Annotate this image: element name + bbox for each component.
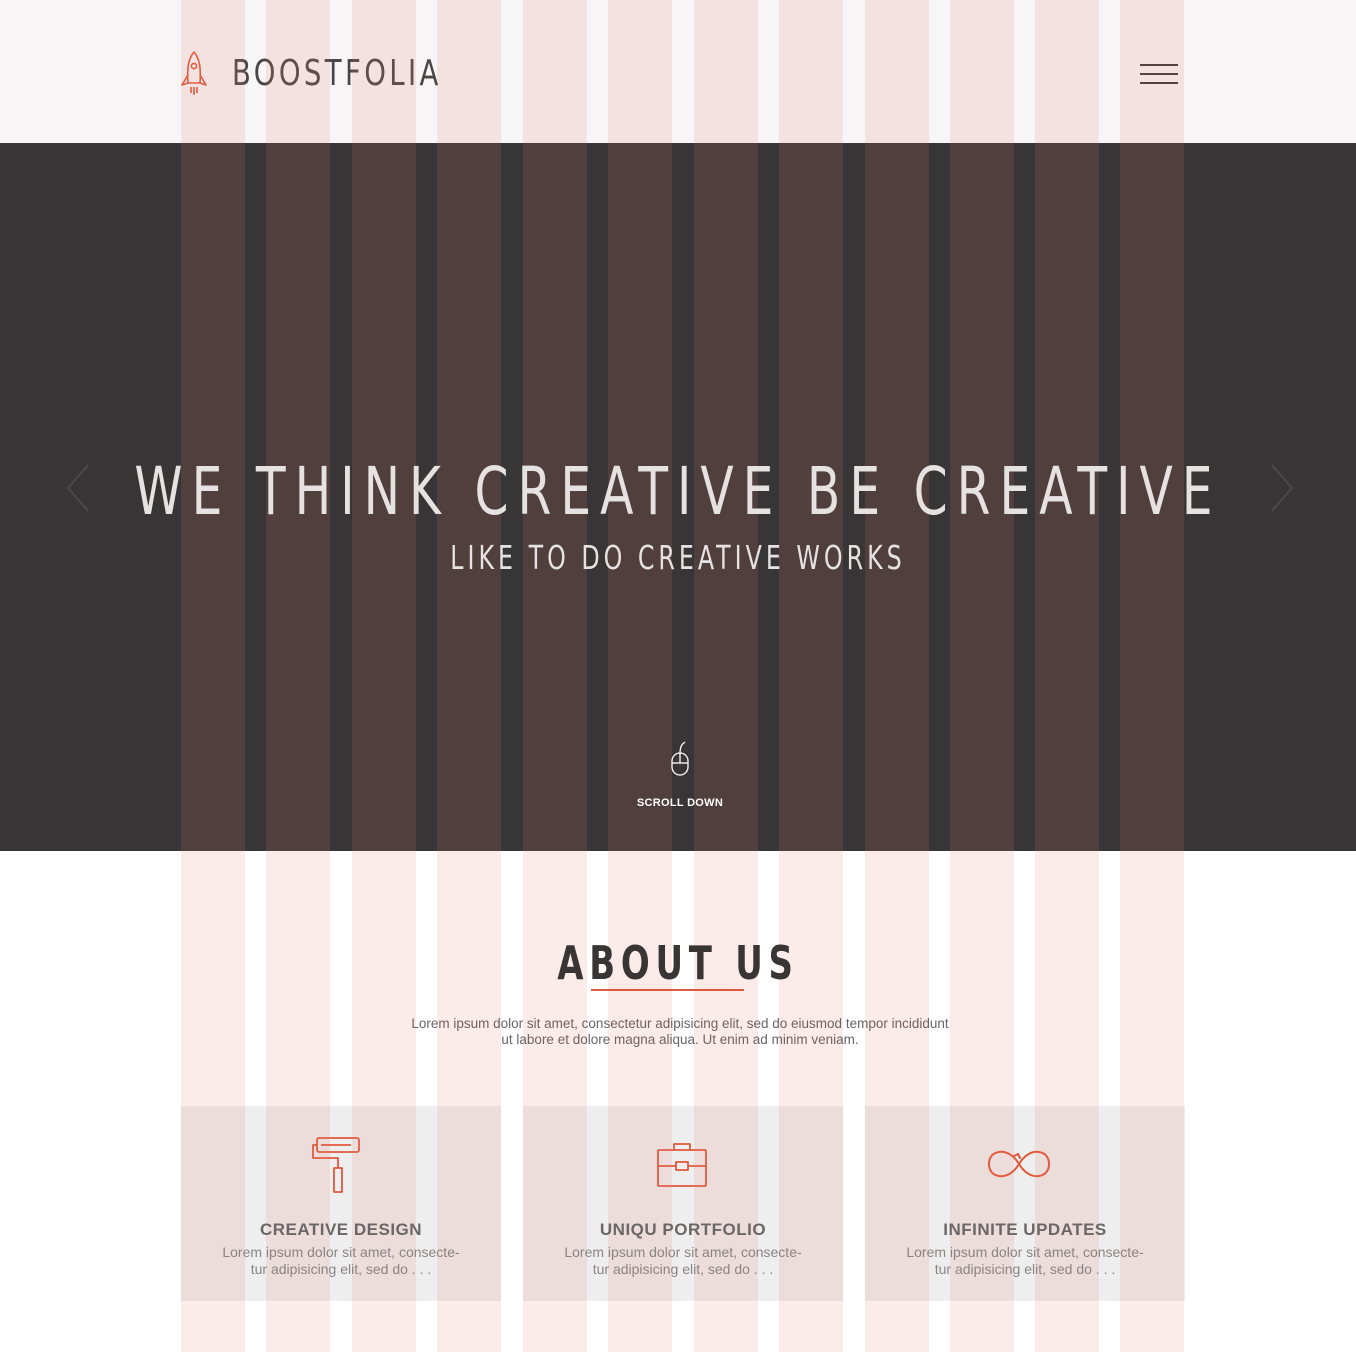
- feature-title: INFINITE UPDATES: [943, 1220, 1107, 1239]
- brand-logo[interactable]: BOOSTFOLIA: [178, 48, 479, 98]
- hero-slider: WE THINK CREATIVE BE CREATIVE LIKE TO DO…: [0, 143, 1356, 851]
- feature-title: UNIQU PORTFOLIO: [599, 1220, 767, 1239]
- about-description: Lorem ipsum dolor sit amet, consectetur …: [398, 1016, 962, 1048]
- about-title-underline: [591, 989, 744, 991]
- brand-name: BOOSTFOLIA: [232, 52, 442, 94]
- feature-text-line: Lorem ipsum dolor sit amet, consecte-: [906, 1244, 1144, 1260]
- paint-roller-icon: [312, 1137, 360, 1193]
- feature-description: Lorem ipsum dolor sit amet, consecte- tu…: [901, 1244, 1149, 1278]
- feature-text-line: tur adipisicing elit, sed do . . .: [250, 1261, 432, 1277]
- feature-card-uniqu-portfolio[interactable]: UNIQU PORTFOLIO Lorem ipsum dolor sit am…: [523, 1106, 843, 1301]
- scroll-down-button[interactable]: SCROLL DOWN: [620, 740, 740, 809]
- hamburger-menu-icon[interactable]: [1138, 62, 1180, 88]
- hero-title: WE THINK CREATIVE BE CREATIVE: [134, 453, 1222, 530]
- feature-description: Lorem ipsum dolor sit amet, consecte- tu…: [559, 1244, 807, 1278]
- hero-subtitle: LIKE TO DO CREATIVE WORKS: [450, 538, 906, 577]
- about-text-line: ut labore et dolore magna aliqua. Ut eni…: [501, 1032, 859, 1047]
- site-header: BOOSTFOLIA: [0, 0, 1356, 143]
- mouse-icon: [671, 741, 689, 776]
- feature-text-line: Lorem ipsum dolor sit amet, consecte-: [222, 1244, 460, 1260]
- scroll-down-label: SCROLL DOWN: [636, 797, 724, 809]
- about-text-line: Lorem ipsum dolor sit amet, consectetur …: [411, 1016, 949, 1031]
- briefcase-icon: [657, 1143, 707, 1187]
- page: BOOSTFOLIA WE THINK CREATIVE BE CREATIVE…: [0, 0, 1356, 1352]
- feature-description: Lorem ipsum dolor sit amet, consecte- tu…: [217, 1244, 465, 1278]
- chevron-left-icon[interactable]: [64, 461, 94, 515]
- feature-text-line: Lorem ipsum dolor sit amet, consecte-: [564, 1244, 802, 1260]
- infinity-icon: [987, 1150, 1051, 1178]
- chevron-right-icon[interactable]: [1266, 461, 1296, 515]
- rocket-icon: [181, 51, 207, 95]
- feature-card-infinite-updates[interactable]: INFINITE UPDATES Lorem ipsum dolor sit a…: [865, 1106, 1185, 1301]
- feature-text-line: tur adipisicing elit, sed do . . .: [592, 1261, 774, 1277]
- feature-title: CREATIVE DESIGN: [259, 1220, 423, 1239]
- feature-card-creative-design[interactable]: CREATIVE DESIGN Lorem ipsum dolor sit am…: [181, 1106, 501, 1301]
- about-title: ABOUT US: [557, 936, 799, 990]
- feature-text-line: tur adipisicing elit, sed do . . .: [934, 1261, 1116, 1277]
